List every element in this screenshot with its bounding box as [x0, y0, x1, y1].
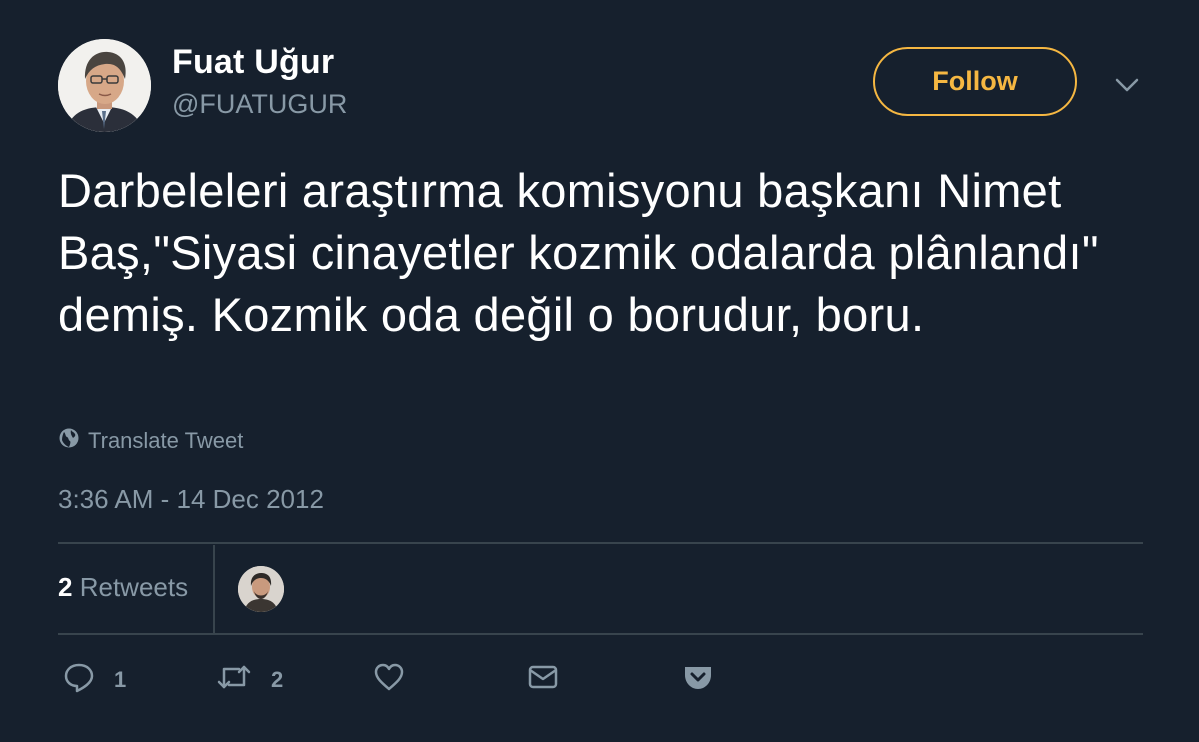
divider-bottom — [58, 633, 1143, 635]
translate-tweet-link[interactable]: Translate Tweet — [58, 427, 243, 455]
author-handle[interactable]: @FUATUGUR — [172, 89, 347, 120]
like-button[interactable] — [372, 660, 406, 700]
reply-button[interactable]: 1 — [62, 660, 126, 700]
reply-icon — [62, 660, 96, 700]
translate-label: Translate Tweet — [88, 428, 244, 453]
globe-icon — [58, 427, 80, 455]
author-avatar[interactable] — [58, 39, 151, 132]
pocket-button[interactable] — [681, 660, 715, 700]
stats-divider — [213, 545, 215, 633]
tweet-text: Darbeleleri araştırma komisyonu başkanı … — [58, 164, 1099, 341]
retweet-button[interactable]: 2 — [215, 660, 283, 700]
reply-count: 1 — [114, 667, 127, 692]
tweet-card: Fuat Uğur @FUATUGUR Follow Darbeleleri a… — [0, 0, 1199, 742]
retweeter-avatar[interactable] — [238, 566, 284, 612]
retweet-count: 2 — [271, 667, 284, 692]
follow-button[interactable]: Follow — [873, 47, 1077, 116]
envelope-icon — [526, 660, 560, 700]
direct-message-button[interactable] — [526, 660, 560, 700]
retweets-count: 2 — [58, 572, 73, 602]
heart-icon — [372, 660, 406, 700]
retweet-icon — [215, 660, 253, 700]
chevron-down-icon[interactable] — [1113, 74, 1141, 96]
divider-top — [58, 542, 1143, 544]
pocket-icon — [681, 660, 715, 700]
author-name[interactable]: Fuat Uğur — [172, 43, 334, 82]
tweet-timestamp[interactable]: 3:36 AM - 14 Dec 2012 — [58, 484, 324, 515]
retweets-stat[interactable]: 2 Retweets — [58, 572, 188, 603]
retweets-label: Retweets — [79, 572, 189, 602]
